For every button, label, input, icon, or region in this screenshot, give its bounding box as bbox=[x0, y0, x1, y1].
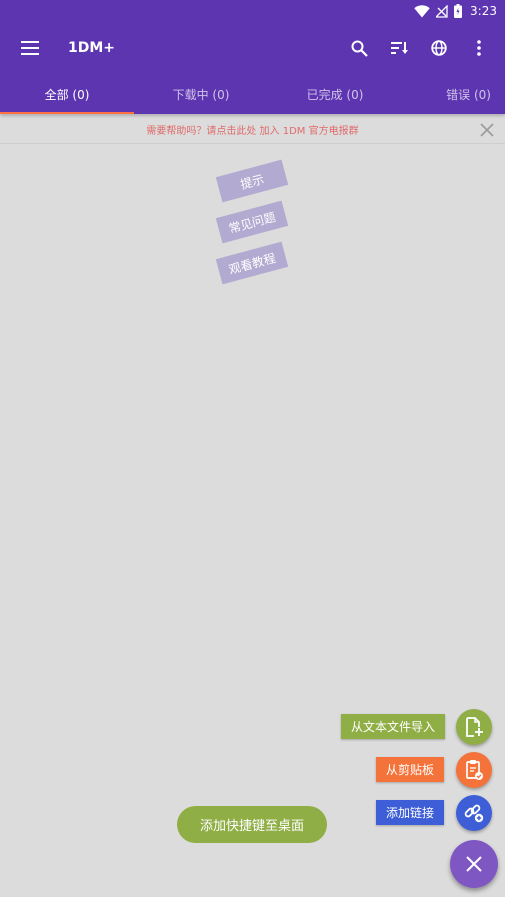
sort-button[interactable] bbox=[379, 22, 419, 74]
add-link-button[interactable] bbox=[456, 795, 492, 831]
hint-faq-button[interactable]: 常见问题 bbox=[215, 200, 289, 244]
tab-completed[interactable]: 已完成 (0) bbox=[268, 74, 402, 114]
app-title: 1DM+ bbox=[68, 40, 116, 56]
add-shortcut-button[interactable]: 添加快捷键至桌面 bbox=[177, 806, 327, 843]
globe-icon bbox=[431, 40, 447, 56]
help-banner[interactable]: 需要帮助吗？请点击此处 加入 1DM 官方电报群 bbox=[0, 116, 505, 144]
link-icon bbox=[464, 804, 484, 823]
clipboard-icon bbox=[466, 760, 483, 780]
signal-icon bbox=[436, 4, 448, 18]
tab-bar: 全部 (0) 下载中 (0) 已完成 (0) 错误 (0) bbox=[0, 74, 505, 114]
import-from-file-button[interactable] bbox=[456, 709, 492, 745]
menu-icon bbox=[21, 41, 39, 55]
close-icon bbox=[480, 123, 494, 137]
more-options-button[interactable] bbox=[459, 22, 499, 74]
search-button[interactable] bbox=[339, 22, 379, 74]
help-banner-text: 需要帮助吗？请点击此处 加入 1DM 官方电报群 bbox=[146, 126, 359, 137]
hint-tutorial-button[interactable]: 观看教程 bbox=[215, 241, 289, 285]
from-clipboard-label[interactable]: 从剪贴板 bbox=[376, 757, 445, 782]
battery-icon bbox=[454, 4, 463, 18]
tab-all[interactable]: 全部 (0) bbox=[0, 74, 134, 114]
search-icon bbox=[351, 40, 368, 57]
from-clipboard-button[interactable] bbox=[456, 752, 492, 788]
status-time: 3:23 bbox=[470, 4, 497, 18]
fab-close-button[interactable] bbox=[450, 840, 498, 888]
tab-downloading[interactable]: 下载中 (0) bbox=[134, 74, 268, 114]
sort-icon bbox=[390, 41, 408, 54]
hint-tips-button[interactable]: 提示 bbox=[215, 159, 289, 203]
add-link-label[interactable]: 添加链接 bbox=[376, 800, 445, 825]
wifi-icon bbox=[414, 4, 430, 18]
file-add-icon bbox=[466, 717, 483, 737]
banner-close-button[interactable] bbox=[477, 120, 497, 140]
import-from-file-label[interactable]: 从文本文件导入 bbox=[341, 714, 446, 739]
app-bar: 1DM+ bbox=[0, 22, 505, 74]
status-bar: 3:23 bbox=[0, 0, 505, 22]
more-vert-icon bbox=[477, 40, 481, 56]
menu-button[interactable] bbox=[0, 22, 60, 74]
tab-error[interactable]: 错误 (0) bbox=[402, 74, 505, 114]
close-icon bbox=[466, 856, 482, 872]
browser-button[interactable] bbox=[419, 22, 459, 74]
